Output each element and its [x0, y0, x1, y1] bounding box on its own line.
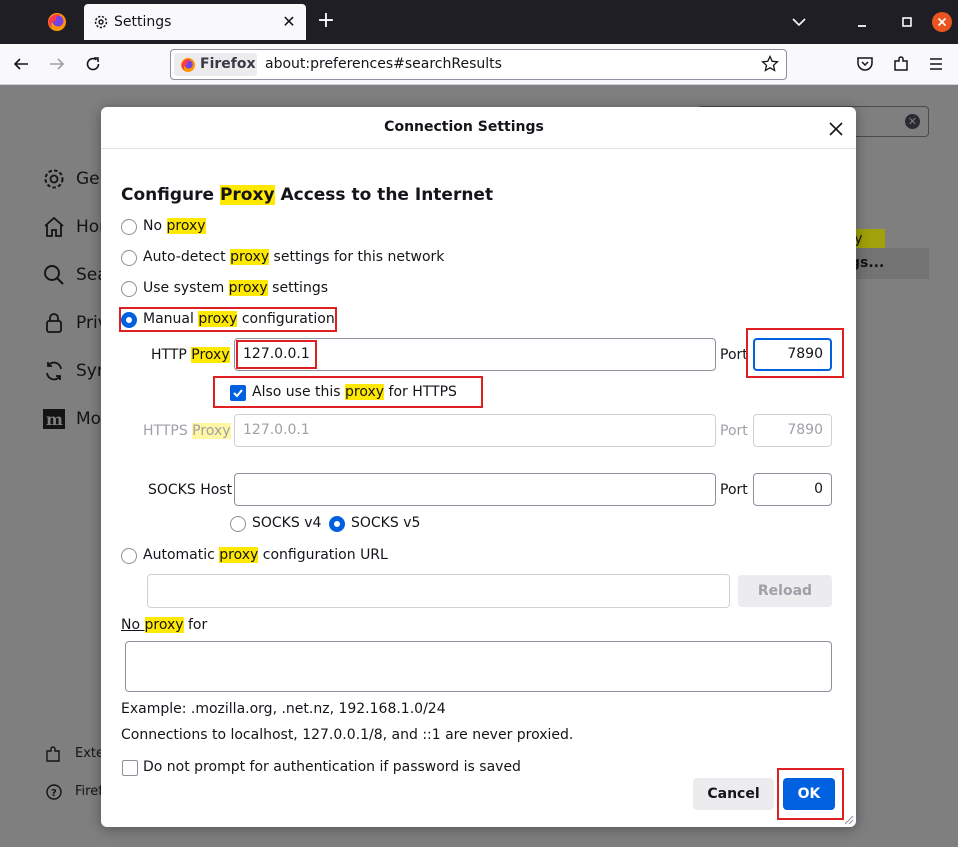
sidebar-item-label: Mo	[76, 409, 102, 429]
no-proxy-for-label: No proxy for	[121, 617, 208, 633]
https-port-label: Port	[720, 423, 748, 439]
reload-icon[interactable]	[82, 53, 104, 75]
sync-icon	[46, 361, 62, 381]
sidebar-item-label: Exte	[75, 746, 105, 761]
close-icon[interactable]	[825, 118, 847, 140]
close-tab-icon[interactable]: ✕	[280, 13, 298, 31]
home-icon	[44, 216, 64, 237]
sidebar-item-label: Firef	[75, 784, 103, 799]
localhost-note: Connections to localhost, 127.0.0.1/8, a…	[121, 727, 574, 743]
connection-settings-dialog: Connection Settings Configure Proxy Acce…	[101, 107, 856, 827]
https-proxy-input[interactable]: 127.0.0.1	[234, 414, 716, 447]
url-text[interactable]: about:preferences#searchResults	[265, 56, 502, 72]
header-divider	[101, 148, 856, 149]
extensions-puzzle-icon[interactable]	[890, 53, 912, 75]
lock-icon	[46, 313, 62, 333]
radio-label: Use system proxy settings	[143, 280, 328, 296]
dialog-title: Connection Settings	[384, 119, 544, 135]
http-proxy-input[interactable]: 127.0.0.1	[234, 338, 716, 371]
reload-button[interactable]: Reload	[738, 575, 832, 607]
socks-port-input[interactable]: 0	[753, 473, 832, 506]
radio-label: SOCKS v4	[252, 515, 322, 531]
clear-search-icon[interactable]: ✕	[905, 114, 920, 129]
tab-title: Settings	[114, 14, 172, 30]
socks-host-input[interactable]	[234, 473, 716, 506]
no-proxy-for-textarea[interactable]	[125, 641, 832, 692]
radio-label: No proxy	[143, 218, 206, 234]
mozilla-icon: m	[43, 409, 65, 429]
also-https-checkbox[interactable]	[230, 385, 246, 401]
identity-label: Firefox	[200, 56, 256, 72]
firefox-view-button[interactable]	[44, 9, 70, 35]
radio-label: SOCKS v5	[351, 515, 421, 531]
http-port-label: Port	[720, 347, 748, 363]
radio-label: Automatic proxy configuration URL	[143, 547, 388, 563]
identity-box[interactable]: Firefox	[174, 53, 257, 76]
url-bar[interactable]: Firefox about:preferences#searchResults	[170, 49, 787, 80]
tab-bar: Settings ✕ +	[0, 0, 958, 44]
firefox-logo-icon	[48, 13, 66, 31]
radio-button[interactable]	[121, 548, 137, 564]
radio-label: Manual proxy configuration	[143, 311, 335, 327]
cancel-button[interactable]: Cancel	[693, 778, 774, 810]
radio-button[interactable]	[121, 219, 137, 235]
forward-arrow-icon[interactable]	[46, 53, 68, 75]
https-proxy-label: HTTPS Proxy	[143, 423, 231, 439]
socks-port-label: Port	[720, 482, 748, 498]
radio-button[interactable]	[121, 281, 137, 297]
tab-settings[interactable]: Settings ✕	[84, 4, 306, 40]
example-note: Example: .mozilla.org, .net.nz, 192.168.…	[121, 701, 446, 717]
auto-config-url-input[interactable]	[147, 574, 730, 608]
puzzle-icon	[46, 746, 60, 762]
https-port-input[interactable]: 7890	[753, 414, 832, 447]
gear-icon	[44, 169, 64, 189]
back-arrow-icon[interactable]	[10, 53, 32, 75]
radio-label: Auto-detect proxy settings for this netw…	[143, 249, 445, 265]
radio-button[interactable]	[121, 250, 137, 266]
bookmark-star-icon[interactable]	[761, 55, 779, 73]
resize-grip-icon[interactable]	[844, 815, 854, 825]
svg-text:m: m	[46, 410, 63, 429]
help-icon: ?	[46, 784, 62, 800]
ok-button[interactable]: OK	[783, 778, 835, 810]
http-proxy-label: HTTP Proxy	[151, 347, 230, 363]
close-window-icon[interactable]	[932, 12, 952, 32]
checkmark-icon	[233, 389, 243, 398]
new-tab-button[interactable]: +	[314, 10, 338, 34]
gear-icon	[94, 15, 108, 29]
pocket-icon[interactable]	[854, 53, 876, 75]
radio-button[interactable]	[230, 516, 246, 532]
svg-text:?: ?	[51, 788, 57, 799]
search-icon	[44, 265, 64, 285]
menu-hamburger-icon[interactable]	[925, 53, 947, 75]
firefox-logo-icon	[181, 58, 195, 72]
http-port-input[interactable]: 7890	[753, 338, 832, 371]
section-title: Configure Proxy Access to the Internet	[121, 185, 494, 205]
no-prompt-auth-checkbox[interactable]	[122, 760, 138, 776]
minimize-icon[interactable]	[852, 12, 872, 32]
list-all-tabs-chevron-icon[interactable]	[789, 12, 809, 32]
radio-button-selected[interactable]	[329, 516, 345, 532]
maximize-icon[interactable]	[897, 12, 917, 32]
radio-button-selected[interactable]	[121, 312, 137, 328]
socks-host-label: SOCKS Host	[148, 482, 233, 498]
no-prompt-auth-label: Do not prompt for authentication if pass…	[143, 759, 521, 775]
nav-bar: Firefox about:preferences#searchResults	[0, 44, 958, 85]
also-https-label: Also use this proxy for HTTPS	[252, 384, 457, 400]
